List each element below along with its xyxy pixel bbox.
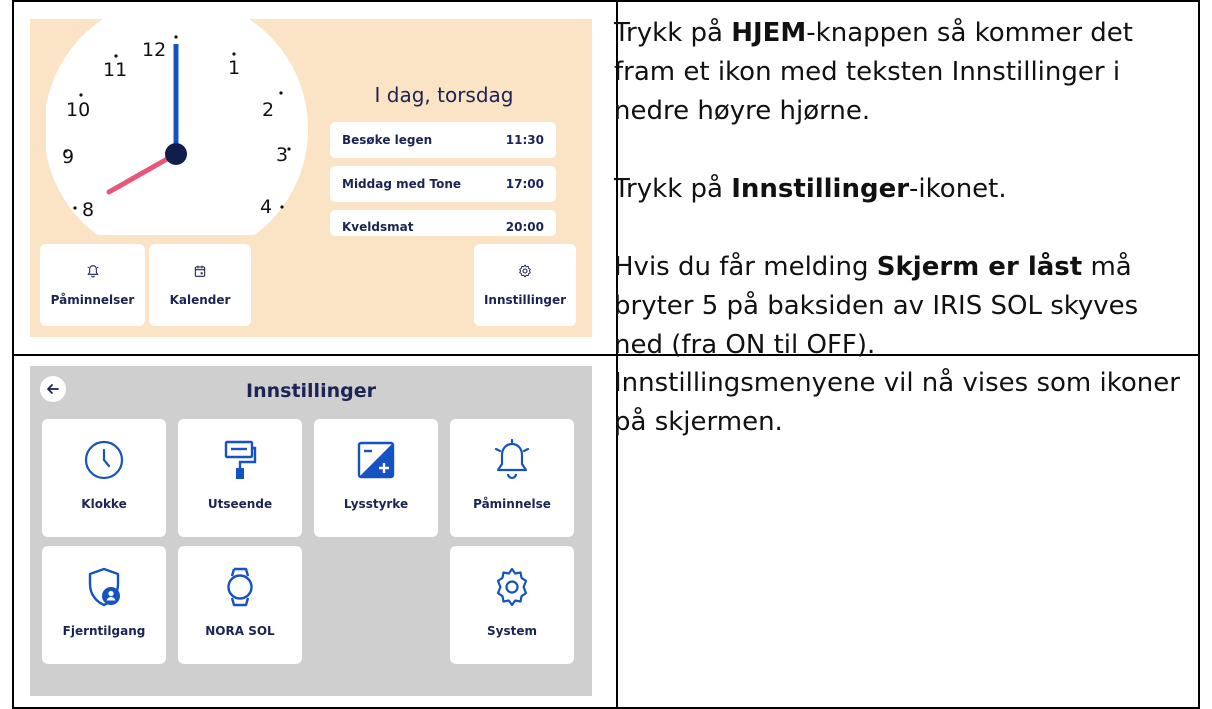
analog-clock: 12 1 2 3 4 8 9 10 11 [46, 19, 310, 235]
bell-icon [86, 265, 99, 278]
event-time: 20:00 [505, 220, 544, 234]
event-name: Middag med Tone [342, 177, 462, 191]
tile-nora-sol[interactable]: NORA SOL [178, 546, 302, 664]
event-item[interactable]: Middag med Tone 17:00 [330, 166, 556, 202]
home-screen-screenshot: 12 1 2 3 4 8 9 10 11 I dag, torsdag Besø… [30, 19, 592, 337]
watch-icon [227, 567, 253, 607]
tile-system[interactable]: System [450, 546, 574, 664]
settings-button[interactable]: Innstillinger [474, 244, 576, 326]
calendar-button-label: Kalender [169, 293, 231, 307]
clock-number-11: 11 [103, 59, 128, 81]
shield-user-icon [88, 567, 120, 607]
event-name: Kveldsmat [342, 220, 414, 234]
clock-number-1: 1 [228, 57, 241, 79]
settings-title: Innstillinger [246, 380, 376, 402]
event-name: Besøke legen [342, 133, 433, 147]
event-item[interactable]: Besøke legen 11:30 [330, 122, 556, 158]
clock-icon [84, 440, 124, 480]
clock-number-9: 9 [62, 146, 75, 168]
brightness-icon [357, 441, 395, 479]
clock-number-2: 2 [262, 99, 275, 121]
tile-paaminnelse[interactable]: Påminnelse [450, 419, 574, 537]
settings-screen-screenshot: Innstillinger Klokke Utseende Lysstyrke … [30, 366, 592, 696]
tile-lysstyrke[interactable]: Lysstyrke [314, 419, 438, 537]
clock-number-8: 8 [82, 199, 95, 221]
tile-fjerntilgang[interactable]: Fjerntilgang [42, 546, 166, 664]
instruction-text-row1: Trykk på HJEM-knappen så kommer det fram… [614, 14, 1186, 365]
clock-number-4: 4 [260, 196, 273, 218]
reminders-button-label: Påminnelser [50, 293, 135, 307]
event-time: 17:00 [505, 177, 544, 191]
reminders-button[interactable]: Påminnelser [40, 244, 145, 326]
clock-number-3: 3 [276, 144, 289, 166]
clock-number-12: 12 [142, 39, 167, 61]
tile-utseende[interactable]: Utseende [178, 419, 302, 537]
calendar-button[interactable]: Kalender [149, 244, 251, 326]
gear-icon [496, 567, 528, 607]
today-title: I dag, torsdag [374, 83, 514, 107]
clock-number-10: 10 [66, 99, 91, 121]
calendar-icon [194, 265, 206, 277]
tile-klokke[interactable]: Klokke [42, 419, 166, 537]
instruction-paragraph: Hvis du får melding Skjerm er låst må br… [614, 252, 1139, 360]
instruction-paragraph: Innstillingsmenyene vil nå vises som iko… [614, 368, 1180, 437]
paint-roller-icon [224, 440, 257, 479]
bell-icon [494, 439, 530, 480]
instruction-text-row2: Innstillingsmenyene vil nå vises som iko… [614, 364, 1186, 442]
event-item[interactable]: Kveldsmat 20:00 [330, 210, 556, 236]
settings-button-label: Innstillinger [483, 293, 567, 307]
event-time: 11:30 [505, 133, 544, 147]
gear-icon [519, 264, 531, 278]
instruction-paragraph: Trykk på HJEM-knappen så kommer det fram… [614, 18, 1133, 126]
instruction-paragraph: Trykk på Innstillinger-ikonet. [614, 174, 1007, 204]
